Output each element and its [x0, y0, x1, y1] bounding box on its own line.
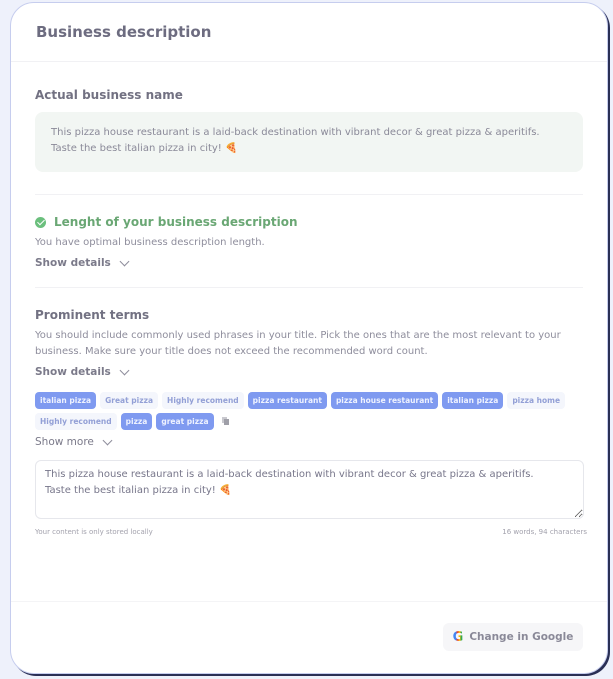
card-header: Business description: [11, 3, 607, 62]
show-details-label: Show details: [35, 366, 111, 378]
length-message: You have optimal business description le…: [35, 237, 265, 248]
check-circle-icon: [35, 216, 46, 228]
actual-name-title: Actual business name: [35, 88, 183, 102]
term-tag[interactable]: pizza home: [507, 392, 566, 409]
google-g-icon: G: [452, 629, 464, 645]
card-title: Business description: [36, 23, 212, 41]
show-details-label: Show details: [35, 257, 111, 269]
term-tag[interactable]: pizza: [120, 413, 153, 430]
term-tag[interactable]: italian pizza: [442, 392, 504, 409]
show-more-label: Show more: [35, 436, 94, 448]
length-title: Lenght of your business description: [54, 215, 298, 229]
term-tag[interactable]: pizza house restaurant: [330, 392, 439, 409]
storage-note: Your content is only stored locally: [35, 528, 153, 536]
prominent-terms-section: Prominent terms You should include commo…: [11, 288, 607, 536]
description-textarea[interactable]: [35, 460, 584, 519]
length-section: Lenght of your business description You …: [11, 195, 607, 269]
prominent-terms-title: Prominent terms: [35, 308, 150, 322]
chevron-down-icon: [119, 256, 130, 267]
prominent-terms-description: You should include commonly used phrases…: [35, 330, 561, 357]
actual-name-section: Actual business name This pizza house re…: [11, 62, 607, 172]
editor-footer: Your content is only stored locally 16 w…: [35, 528, 587, 536]
term-tags: italian pizza Great pizza Highly recomend p…: [35, 392, 575, 430]
actual-name-text: This pizza house restaurant is a laid-ba…: [35, 112, 583, 172]
term-tag[interactable]: Highly recomend: [35, 413, 117, 430]
term-tag[interactable]: pizza restaurant: [247, 392, 327, 409]
chevron-down-icon: [102, 435, 113, 446]
term-tag[interactable]: Great pizza: [100, 392, 159, 409]
length-show-details-button[interactable]: Show details: [35, 256, 583, 269]
chevron-down-icon: [119, 365, 130, 376]
copy-icon[interactable]: [221, 417, 230, 425]
terms-show-details-button[interactable]: Show details: [35, 365, 583, 378]
term-tag[interactable]: great pizza: [156, 413, 214, 430]
term-tag[interactable]: Highly recomend: [162, 392, 244, 409]
show-more-button[interactable]: Show more: [35, 435, 583, 448]
term-tag[interactable]: italian pizza: [35, 392, 97, 409]
divider: [11, 601, 607, 602]
word-char-count: 16 words, 94 characters: [502, 528, 587, 536]
change-in-google-label: Change in Google: [469, 631, 574, 643]
business-description-card: Business description Actual business nam…: [10, 2, 608, 674]
length-title-row: Lenght of your business description: [35, 215, 583, 229]
change-in-google-button[interactable]: G Change in Google: [443, 623, 583, 651]
